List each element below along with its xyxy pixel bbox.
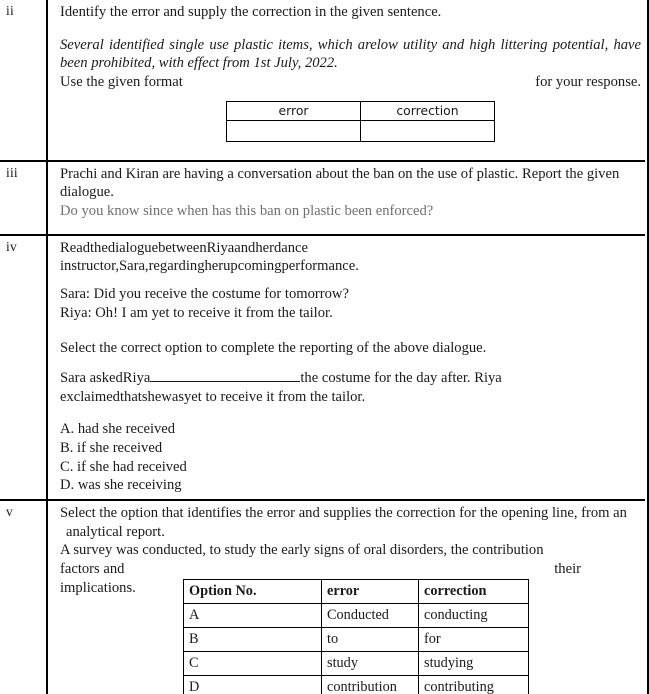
column-header-error: error: [226, 100, 361, 121]
format-instruction-row-ii: Use the given format for your response.: [60, 73, 641, 92]
option-no-cell: C: [183, 650, 322, 676]
table-row[interactable]: D contribution contributing: [183, 674, 529, 694]
correction-cell: studying: [418, 650, 529, 676]
error-cell: to: [321, 626, 419, 652]
column-header-correction: correction: [360, 100, 495, 121]
table-row[interactable]: B to for: [183, 626, 529, 652]
column-header-correction: correction: [418, 578, 529, 604]
options-table: Option No. error correction A Conducted …: [183, 578, 529, 694]
question-numeral-cell-iv: iv: [0, 234, 48, 501]
dialogue-line-iii: Do you know since when has this ban on p…: [60, 203, 434, 220]
table-row: [226, 119, 495, 142]
option-b-iv[interactable]: B. if she received: [60, 439, 641, 458]
option-no-cell: D: [183, 674, 322, 694]
correction-cell: conducting: [418, 602, 529, 628]
answer-cell-error[interactable]: [226, 119, 361, 142]
report-line-2-right: their: [554, 560, 581, 577]
instruction-v: Select the option that identifies the er…: [60, 504, 627, 540]
question-numeral-cell-ii: ii: [0, 0, 48, 162]
error-cell: contribution: [321, 674, 419, 694]
question-numeral-v: v: [6, 503, 13, 519]
question-row-iv: iv ReadthedialoguebetweenRiyaandherdance…: [0, 234, 645, 501]
column-header-option-no: Option No.: [183, 578, 322, 604]
question-row-v: v Select the option that identifies the …: [0, 499, 645, 694]
question-body-v: Select the option that identifies the er…: [47, 500, 645, 694]
question-row-iii: iii Prachi and Kiran are having a conver…: [0, 160, 645, 236]
question-table: ii Identify the error and supply the cor…: [0, 0, 645, 694]
question-body-iv: ReadthedialoguebetweenRiyaandherdance in…: [47, 234, 645, 501]
select-prompt-iv: Select the correct option to complete th…: [60, 340, 487, 357]
report-line-2-row: factors and their: [60, 560, 641, 579]
error-cell: study: [321, 650, 419, 676]
error-cell: Conducted: [321, 602, 419, 628]
report-line-2-left: factors and: [60, 560, 125, 577]
reported-before-blank: Sara askedRiya: [60, 369, 151, 386]
instruction-iv-line-1: ReadthedialoguebetweenRiyaandherdance: [60, 239, 308, 256]
correction-cell: for: [418, 626, 529, 652]
option-no-cell: B: [183, 626, 322, 652]
report-and-options-row: implications. Option No. error correctio…: [60, 578, 641, 694]
answer-blank-input[interactable]: [150, 367, 301, 382]
instruction-iii: Prachi and Kiran are having a conversati…: [60, 165, 620, 201]
instruction-iv-line-2: instructor,Sara,regardingherupcomingperf…: [60, 258, 359, 275]
question-row-ii: ii Identify the error and supply the cor…: [0, 0, 645, 162]
reported-speech-line-2: exclaimedthatshewasyet to receive it fro…: [60, 388, 366, 405]
question-numeral-ii: ii: [6, 3, 14, 18]
correction-cell: contributing: [418, 674, 529, 694]
question-body-iii: Prachi and Kiran are having a conversati…: [47, 160, 645, 236]
option-d-iv[interactable]: D. was she receiving: [60, 476, 641, 495]
error-correction-table: error correction: [226, 100, 495, 142]
column-header-error: error: [321, 578, 419, 604]
question-numeral-cell-v: v: [0, 499, 48, 694]
question-body-ii: Identify the error and supply the correc…: [47, 0, 645, 162]
option-no-cell: A: [183, 602, 322, 628]
error-correction-table-wrapper: error correction: [60, 92, 641, 142]
question-numeral-cell-iii: iii: [0, 160, 48, 236]
table-header-row: error correction: [226, 100, 495, 121]
instruction-ii: Identify the error and supply the correc…: [60, 4, 442, 20]
format-prefix-ii: Use the given format: [60, 74, 183, 91]
answer-cell-correction[interactable]: [360, 119, 495, 142]
dialogue-line-riya: Riya: Oh! I am yet to receive it from th…: [60, 304, 333, 321]
dialogue-line-sara: Sara: Did you receive the costume for to…: [60, 286, 349, 303]
question-numeral-iv: iv: [6, 238, 17, 254]
question-paper-page: ii Identify the error and supply the cor…: [0, 0, 649, 694]
option-a-iv[interactable]: A. had she received: [60, 420, 641, 439]
table-header-row: Option No. error correction: [183, 578, 529, 604]
option-c-iv[interactable]: C. if she had received: [60, 458, 641, 477]
report-line-1: A survey was conducted, to study the ear…: [60, 542, 544, 559]
reported-speech-line-1: Sara askedRiya the costume for the day af…: [60, 367, 641, 388]
question-numeral-iii: iii: [6, 164, 18, 180]
sentence-ii: Several identified single use plastic it…: [60, 36, 641, 72]
format-suffix-ii: for your response.: [535, 74, 641, 91]
reported-after-blank: the costume for the day after. Riya: [300, 369, 502, 386]
table-row[interactable]: C study studying: [183, 650, 529, 676]
table-row[interactable]: A Conducted conducting: [183, 602, 529, 628]
report-line-3: implications.: [60, 579, 136, 596]
